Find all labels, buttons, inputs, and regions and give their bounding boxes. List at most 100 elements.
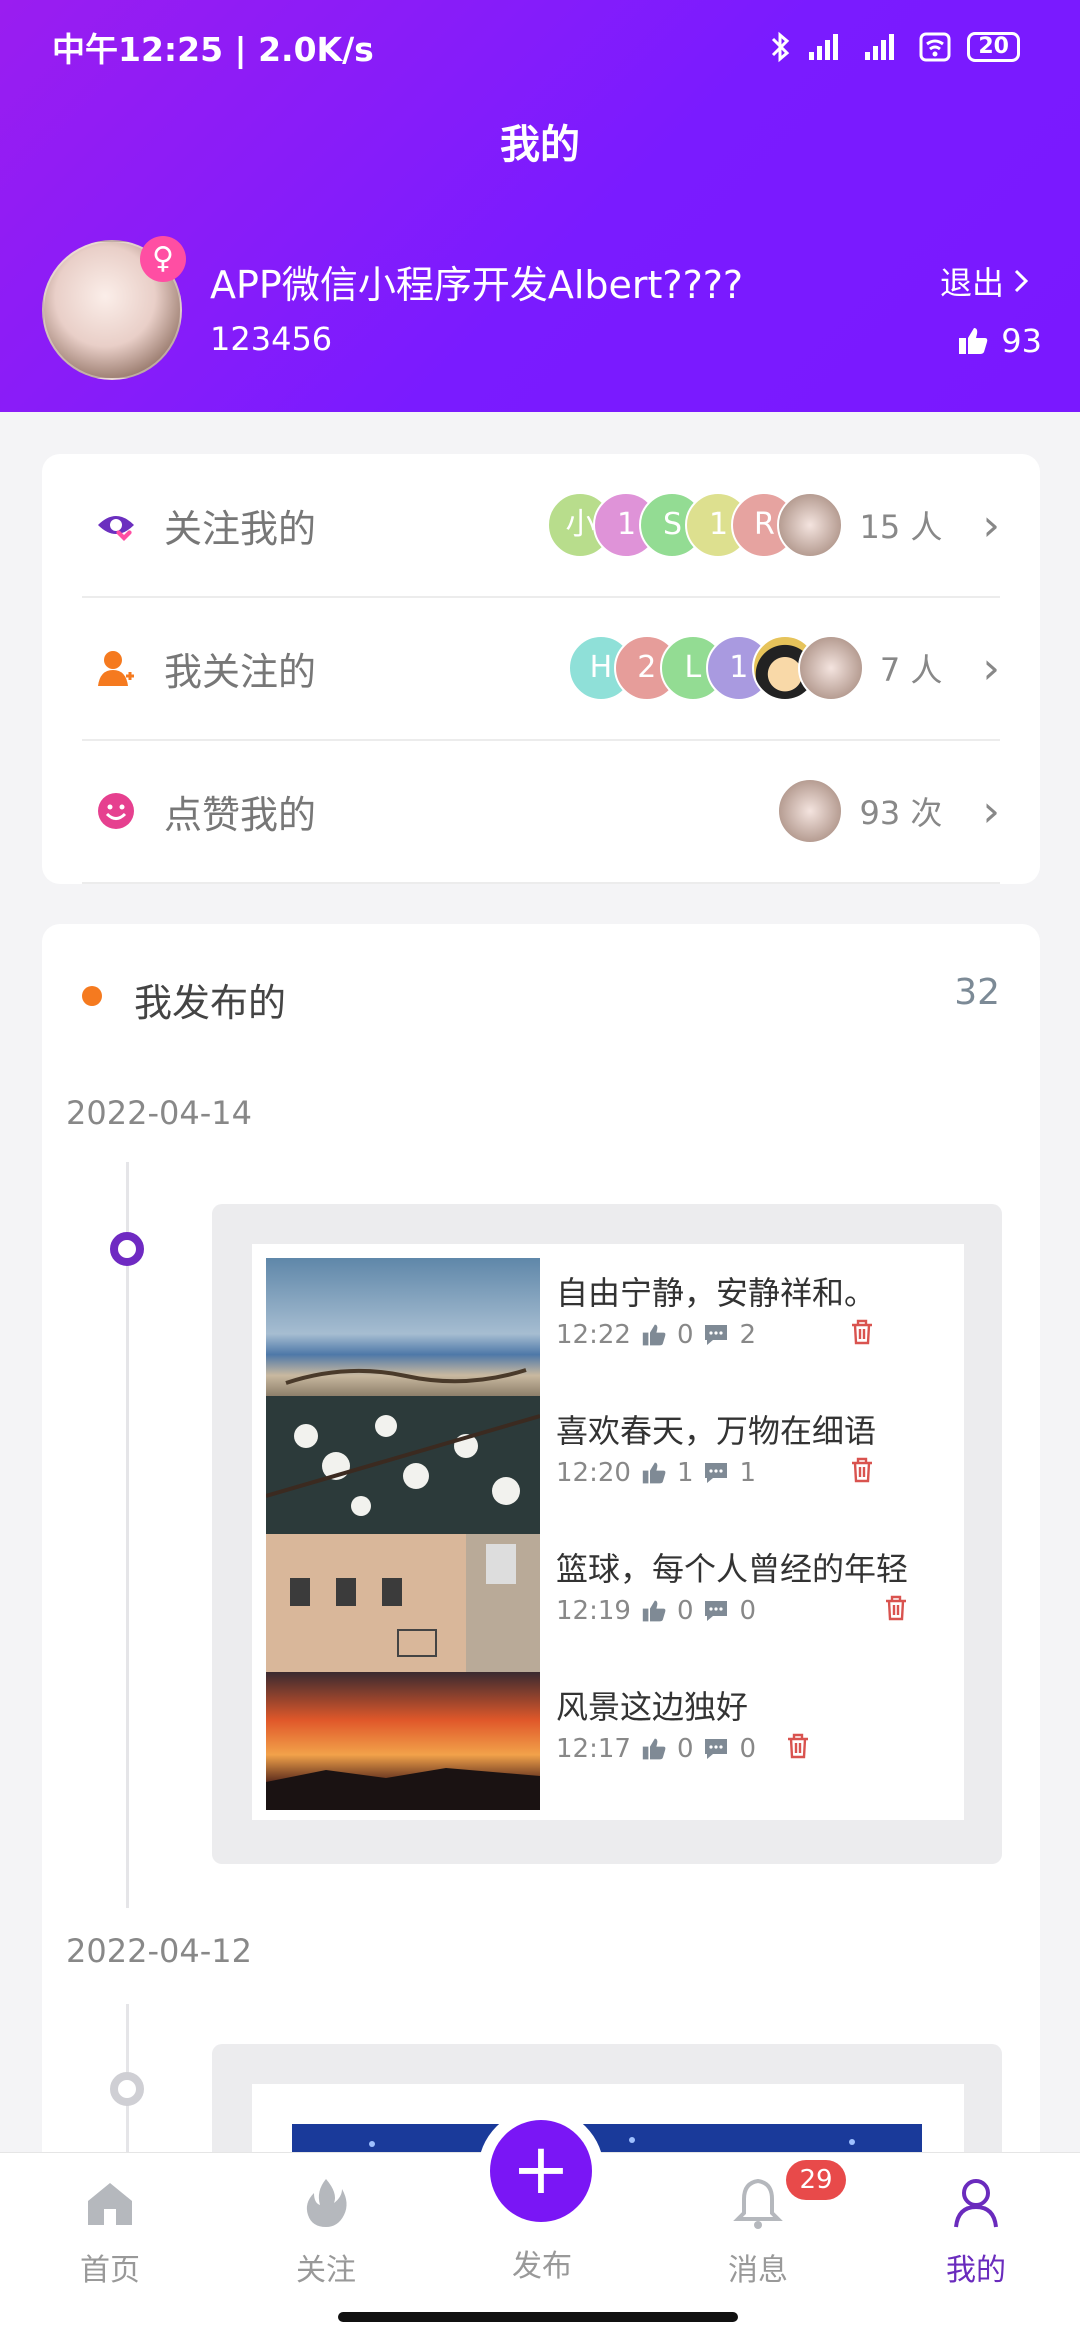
mini-avatar-photo xyxy=(797,635,864,701)
trash-icon[interactable] xyxy=(848,1318,876,1346)
post-meta: 12:20 1 1 xyxy=(556,1458,756,1488)
post-comments: 1 xyxy=(739,1458,757,1488)
post-title: 风景这边独好 xyxy=(556,1688,749,1726)
post-time: 12:17 xyxy=(556,1734,631,1764)
row-label: 点赞我的 xyxy=(164,792,317,837)
tab-home[interactable]: 首页 xyxy=(30,2175,190,2289)
comment-icon xyxy=(705,1601,728,1621)
post-title: 喜欢春天，万物在细语 xyxy=(556,1412,877,1450)
user-add-icon xyxy=(98,651,134,686)
bluetooth-icon xyxy=(772,31,790,63)
post-meta: 12:22 0 2 xyxy=(556,1320,756,1350)
wifi-icon xyxy=(919,32,951,62)
publish-button[interactable]: + xyxy=(490,2120,592,2222)
row-right: 小 1 S 1 R 15 人 › xyxy=(547,492,1000,558)
smile-icon xyxy=(98,793,134,829)
post-item[interactable]: 自由宁静，安静祥和。 12:22 0 2 xyxy=(266,1258,956,1396)
post-time: 12:19 xyxy=(556,1596,631,1626)
thumbs-up-icon xyxy=(642,1600,666,1622)
comment-icon xyxy=(705,1463,728,1483)
post-item[interactable]: 风景这边独好 12:17 0 0 xyxy=(266,1672,956,1810)
avatar-stack xyxy=(777,778,844,844)
home-indicator xyxy=(338,2312,738,2322)
row-count: 7 人 xyxy=(879,651,943,689)
post-likes: 0 xyxy=(676,1734,694,1764)
tab-label: 发布 xyxy=(512,2249,572,2284)
chevron-right-icon: › xyxy=(982,499,1000,551)
timeline-line xyxy=(126,1162,129,1908)
eye-heart-icon xyxy=(98,516,134,541)
post-title: 自由宁静，安静祥和。 xyxy=(556,1274,877,1312)
post-list: 自由宁静，安静祥和。 12:22 0 2 喜欢春天，万物在细语 12:20 1 … xyxy=(252,1244,964,1820)
tab-label: 关注 xyxy=(296,2253,356,2288)
post-comments: 2 xyxy=(739,1320,757,1350)
row-following[interactable]: 我关注的 H 2 L 1 7 人 › xyxy=(82,597,1000,741)
signal-icon-2 xyxy=(865,34,895,60)
comment-icon xyxy=(705,1325,728,1345)
tab-publish[interactable]: 发布 xyxy=(462,2241,622,2285)
trash-icon[interactable] xyxy=(882,1594,910,1622)
section-title: 我发布的 xyxy=(134,981,287,1025)
post-likes: 0 xyxy=(676,1320,694,1350)
chevron-right-icon: › xyxy=(982,785,1000,837)
thumbs-up-icon xyxy=(959,328,988,354)
post-meta: 12:19 0 0 xyxy=(556,1596,756,1626)
chevron-right-icon: › xyxy=(982,642,1000,694)
row-liked-me[interactable]: 点赞我的 93 次 › xyxy=(82,740,1000,884)
timeline-dot-active xyxy=(110,1232,144,1266)
row-right: 93 次 › xyxy=(777,778,1000,844)
thumbs-up-icon xyxy=(642,1462,666,1484)
logout-button[interactable]: 退出 xyxy=(940,258,1030,304)
row-label: 关注我的 xyxy=(164,506,317,551)
mini-avatar-photo xyxy=(777,778,844,844)
avatar-stack: 小 1 S 1 R xyxy=(547,492,844,558)
post-time: 12:22 xyxy=(556,1320,631,1350)
post-thumbnail xyxy=(266,1258,540,1396)
trash-icon[interactable] xyxy=(784,1732,812,1760)
section-dot xyxy=(82,986,102,1006)
post-thumbnail xyxy=(266,1396,540,1534)
likes-count: 93 xyxy=(957,322,1042,360)
tab-mine[interactable]: 我的 xyxy=(896,2175,1056,2289)
tab-label: 消息 xyxy=(728,2253,788,2288)
user-icon xyxy=(954,2179,998,2228)
home-icon xyxy=(88,2183,132,2225)
status-time: 中午12:25 | 2.0K/s xyxy=(52,30,374,69)
row-followers[interactable]: 关注我的 小 1 S 1 R 15 人 › xyxy=(82,454,1000,598)
tab-label: 首页 xyxy=(80,2253,140,2288)
logout-label: 退出 xyxy=(939,264,1004,302)
social-card: 关注我的 小 1 S 1 R 15 人 › 我关注的 H 2 L 1 7 人 ›… xyxy=(42,454,1040,884)
battery-indicator: 20 xyxy=(967,32,1020,62)
message-badge: 29 xyxy=(786,2160,846,2200)
tab-follow[interactable]: 关注 xyxy=(246,2175,406,2289)
avatar-stack: H 2 L 1 xyxy=(567,635,864,701)
post-thumbnail xyxy=(266,1534,540,1672)
gender-female-icon: ♀ xyxy=(140,236,186,282)
post-meta: 12:17 0 0 xyxy=(556,1734,756,1764)
bell-icon xyxy=(733,2178,783,2229)
chevron-right-icon xyxy=(1014,269,1029,293)
post-item[interactable]: 喜欢春天，万物在细语 12:20 1 1 xyxy=(266,1396,956,1534)
date-label: 2022-04-12 xyxy=(66,1932,252,1970)
row-label: 我关注的 xyxy=(164,649,317,694)
row-right: H 2 L 1 7 人 › xyxy=(567,635,1000,701)
post-item[interactable]: 篮球，每个人曾经的年轻 12:19 0 0 xyxy=(266,1534,956,1672)
mini-avatar-photo xyxy=(777,492,844,558)
thumbs-up-icon xyxy=(642,1738,666,1760)
trash-icon[interactable] xyxy=(848,1456,876,1484)
post-comments: 0 xyxy=(739,1734,757,1764)
likes-number: 93 xyxy=(1001,322,1042,360)
signal-icon xyxy=(809,34,839,60)
thumbs-up-icon xyxy=(642,1324,666,1346)
post-comments: 0 xyxy=(739,1596,757,1626)
tab-label: 我的 xyxy=(946,2253,1006,2288)
username: APP微信小程序开发Albert???? xyxy=(210,263,744,307)
post-time: 12:20 xyxy=(556,1458,631,1488)
post-group: 自由宁静，安静祥和。 12:22 0 2 喜欢春天，万物在细语 12:20 1 … xyxy=(212,1204,1002,1864)
fire-icon xyxy=(306,2179,347,2227)
user-id: 123456 xyxy=(210,320,333,358)
row-count: 93 次 xyxy=(859,794,943,832)
date-label: 2022-04-14 xyxy=(66,1094,252,1132)
page-title: 我的 xyxy=(500,122,580,168)
timeline-dot xyxy=(110,2072,144,2106)
